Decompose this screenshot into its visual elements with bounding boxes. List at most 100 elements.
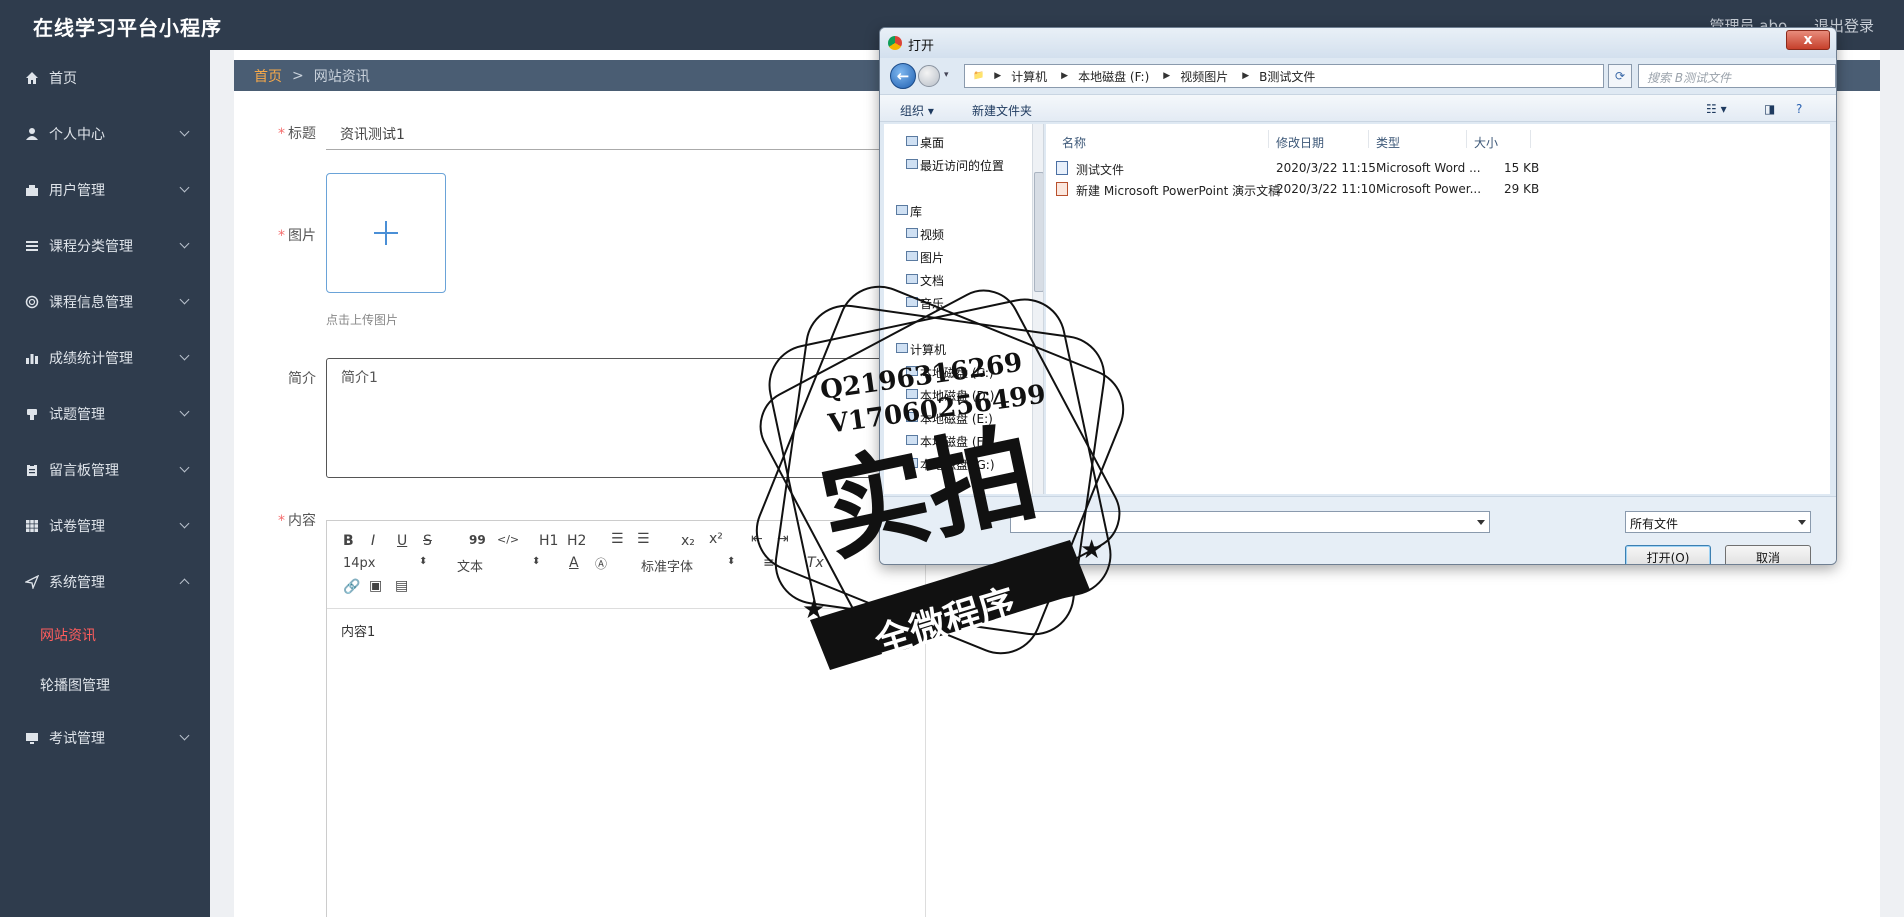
image-icon[interactable]: ▣ [369,578,382,594]
nav-item-disk-g[interactable]: 本地磁盘 (G:) [920,456,995,473]
address-segment[interactable]: 视频图片 [1180,68,1228,85]
h1-button[interactable]: H1 [539,533,558,549]
sidebar-item-users[interactable]: 用户管理 [0,162,210,218]
nav-item-disk-f[interactable]: 本地磁盘 (F:) [920,433,991,450]
back-arrow-icon[interactable]: ← [890,63,916,89]
history-dropdown-icon[interactable]: ▾ [944,70,949,80]
cancel-button[interactable]: 取消 [1725,545,1811,564]
nav-item-video[interactable]: 视频 [920,226,944,243]
nav-item-pictures[interactable]: 图片 [920,249,944,266]
sidebar-item-label: 成绩统计管理 [49,351,133,367]
clear-format-icon[interactable]: Tx [807,555,824,571]
chevron-down-icon [179,518,190,529]
file-row[interactable]: 测试文件 2020/3/22 11:15 Microsoft Word ... … [1056,160,1816,178]
sidebar-item-system[interactable]: 系统管理 [0,554,210,610]
nav-item-library[interactable]: 库 [910,203,922,220]
font-size-select[interactable]: 14px [343,556,376,571]
nav-scrollbar[interactable] [1032,124,1043,494]
font-color-icon[interactable]: A [569,555,579,571]
recent-icon [906,159,918,169]
file-row[interactable]: 新建 Microsoft PowerPoint 演示文稿 2020/3/22 1… [1056,181,1816,199]
nav-item-music[interactable]: 音乐 [920,295,944,312]
file-name-input[interactable] [1010,511,1490,533]
help-icon[interactable]: ? [1796,102,1802,116]
user-icon [24,126,40,142]
align-icon[interactable]: ≡ [763,555,775,571]
scrollbar-thumb[interactable] [1034,172,1043,292]
sidebar-item-course-info[interactable]: 课程信息管理 [0,274,210,330]
nav-item-recent[interactable]: 最近访问的位置 [920,157,1004,174]
sidebar-item-message-board[interactable]: 留言板管理 [0,442,210,498]
address-segment[interactable]: B测试文件 [1259,68,1315,85]
dialog-title: 打开 [908,39,935,54]
nav-item-disk-c[interactable]: 本地磁盘 (C:) [920,364,994,381]
breadcrumb-home[interactable]: 首页 [254,66,282,86]
address-segment[interactable]: 本地磁盘 (F:) [1078,68,1149,85]
sidebar-item-profile[interactable]: 个人中心 [0,106,210,162]
users-icon [24,182,40,198]
sidebar-subitem-carousel[interactable]: 轮播图管理 [0,660,210,710]
nav-item-documents[interactable]: 文档 [920,272,944,289]
forward-arrow-icon[interactable] [918,65,940,87]
sidebar-item-home[interactable]: 首页 [0,50,210,106]
file-type-select[interactable]: 所有文件 [1625,511,1811,533]
link-icon[interactable]: 🔗 [343,579,360,595]
quote-button[interactable]: 99 [469,533,486,547]
preview-pane-icon[interactable]: ◨ [1764,102,1775,116]
video-icon[interactable]: ▤ [395,578,408,594]
sidebar-item-course-category[interactable]: 课程分类管理 [0,218,210,274]
title-label: * 标题 [278,126,316,142]
file-type-value: 所有文件 [1630,517,1679,531]
editor-toolbar: B I U S 99 </> H1 H2 ☰ ☰ x₂ x² ⇤ ⇥ 14px … [327,521,925,609]
sidebar-item-score-stats[interactable]: 成绩统计管理 [0,330,210,386]
address-segment[interactable]: 计算机 [1011,68,1047,85]
column-header-name[interactable]: 名称 [1062,134,1086,151]
background-color-icon[interactable]: Ⓐ [595,555,607,572]
search-input[interactable]: 搜索 B测试文件 [1638,64,1836,88]
open-button[interactable]: 打开(O) [1625,545,1711,564]
column-header-size[interactable]: 大小 [1474,134,1498,151]
sidebar-item-exam-management[interactable]: 考试管理 [0,710,210,766]
nav-item-disk-e[interactable]: 本地磁盘 (E:) [920,410,993,427]
strike-button[interactable]: S [423,533,432,549]
chevron-down-icon [179,350,190,361]
nav-item-computer[interactable]: 计算机 [910,341,946,358]
organize-button[interactable]: 组织 ▾ [900,102,934,119]
column-separator [1466,130,1467,148]
dialog-close-button[interactable]: x [1786,30,1830,50]
column-header-date[interactable]: 修改日期 [1276,134,1324,151]
pictures-folder-icon [906,251,918,261]
nav-item-desktop[interactable]: 桌面 [920,134,944,151]
view-options-icon[interactable]: ☷ ▾ [1706,102,1727,116]
address-bar[interactable]: 📁 ▶ 计算机 ▶ 本地磁盘 (F:) ▶ 视频图片 ▶ B测试文件 [964,64,1604,88]
underline-button[interactable]: U [397,533,407,549]
superscript-icon[interactable]: x² [709,531,723,547]
column-header-type[interactable]: 类型 [1376,134,1400,151]
image-upload-box[interactable] [326,173,446,293]
bullet-list-icon[interactable]: ☰ [637,531,650,547]
sidebar-item-questions[interactable]: 试题管理 [0,386,210,442]
sidebar-subitem-site-news[interactable]: 网站资讯 [0,610,210,660]
outdent-icon[interactable]: ⇤ [751,531,763,547]
h2-button[interactable]: H2 [567,533,586,549]
chevron-down-icon [179,294,190,305]
font-family-select[interactable]: 标准字体 [641,556,693,575]
desktop-icon [906,136,918,146]
bold-button[interactable]: B [343,533,354,549]
code-button[interactable]: </> [497,533,519,546]
refresh-icon[interactable]: ⟳ [1608,64,1632,88]
sidebar-item-label: 个人中心 [49,127,105,143]
drive-icon [906,435,918,445]
intro-label: 简介 [288,371,316,387]
dialog-nav-row: ← ▾ 📁 ▶ 计算机 ▶ 本地磁盘 (F:) ▶ 视频图片 ▶ B测试文件 ⟳… [886,61,1836,91]
subscript-icon[interactable]: x₂ [681,533,695,549]
text-style-select[interactable]: 文本 [457,556,483,575]
editor-body[interactable]: 内容1 [327,609,925,652]
italic-button[interactable]: I [371,533,375,549]
select-arrow-icon: ⬍ [727,556,736,567]
indent-icon[interactable]: ⇥ [777,531,789,547]
sidebar-item-exam-papers[interactable]: 试卷管理 [0,498,210,554]
new-folder-button[interactable]: 新建文件夹 [972,102,1032,119]
nav-item-disk-d[interactable]: 本地磁盘 (D:) [920,387,994,404]
ordered-list-icon[interactable]: ☰ [611,531,624,547]
